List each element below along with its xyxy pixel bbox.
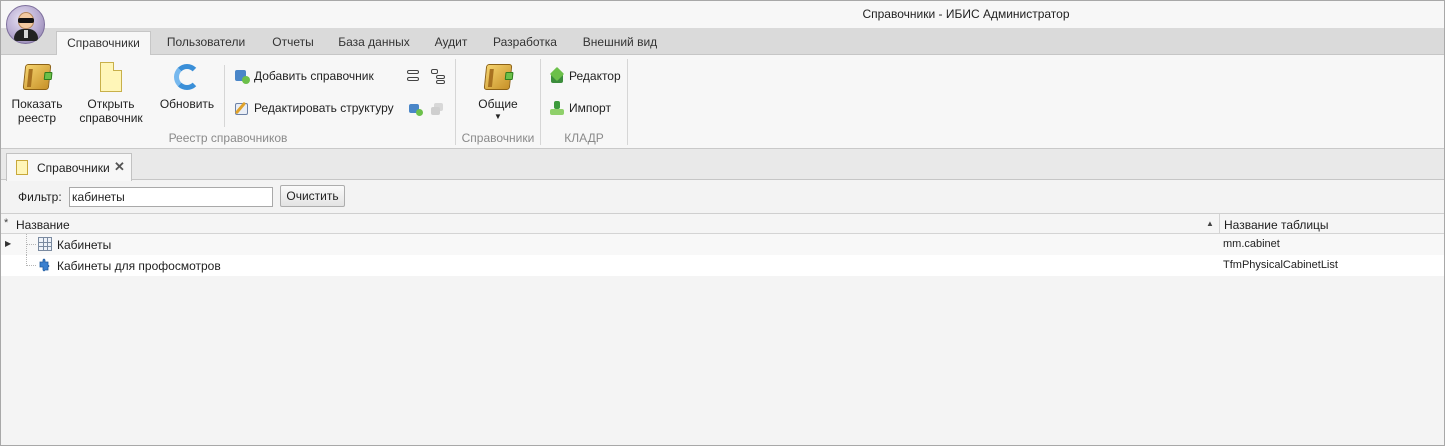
- add-item-icon[interactable]: [408, 101, 424, 117]
- tree-structure-icon[interactable]: [430, 68, 446, 84]
- avatar-tie-icon: [24, 30, 28, 38]
- grid-header: * Название ▲ Название таблицы: [1, 214, 1444, 234]
- open-directory-label-line2: справочник: [79, 111, 143, 125]
- book-icon: [21, 61, 53, 93]
- edit-structure-button[interactable]: Редактировать структуру: [234, 98, 394, 118]
- kladr-editor-label: Редактор: [569, 69, 621, 83]
- clear-button[interactable]: Очистить: [280, 185, 345, 207]
- sort-ascending-icon: ▲: [1206, 219, 1214, 228]
- column-header-name[interactable]: Название: [16, 218, 70, 232]
- document-icon: [95, 61, 127, 93]
- tab-users[interactable]: Пользователи: [159, 31, 253, 55]
- cell-name: Кабинеты для профосмотров: [57, 259, 221, 273]
- directories-grid: * Название ▲ Название таблицы ▶ Кабинеты…: [1, 213, 1444, 445]
- ribbon-divider: [224, 65, 225, 127]
- add-directory-button[interactable]: Добавить справочник: [234, 66, 374, 86]
- tab-development[interactable]: Разработка: [486, 31, 564, 55]
- add-directory-icon: [234, 68, 250, 84]
- column-marker[interactable]: *: [4, 217, 8, 229]
- cell-table-name: mm.cabinet: [1223, 238, 1280, 250]
- show-registry-label-line1: Показать: [11, 97, 63, 111]
- tab-reports[interactable]: Отчеты: [263, 31, 323, 55]
- filter-bar: Фильтр: Очистить: [1, 181, 1444, 212]
- table-row[interactable]: Кабинеты для профосмотров TfmPhysicalCab…: [1, 255, 1444, 276]
- puzzle-icon: [38, 258, 52, 272]
- avatar-sunglasses-icon: [18, 18, 34, 23]
- general-label: Общие: [478, 97, 518, 111]
- filter-input[interactable]: [69, 187, 273, 207]
- show-registry-button[interactable]: Показать реестр: [7, 61, 67, 125]
- copy-item-icon: [430, 101, 446, 117]
- table-row[interactable]: ▶ Кабинеты mm.cabinet: [1, 234, 1444, 255]
- doc-tab-directories[interactable]: Справочники ✕: [6, 153, 132, 181]
- cell-table-name: TfmPhysicalCabinetList: [1223, 259, 1338, 271]
- kladr-editor-button[interactable]: Редактор: [549, 66, 621, 86]
- doc-tab-label: Справочники: [37, 161, 110, 175]
- filter-label: Фильтр:: [18, 190, 62, 204]
- cell-name: Кабинеты: [57, 238, 112, 252]
- tab-appearance[interactable]: Внешний вид: [574, 31, 666, 55]
- refresh-button[interactable]: Обновить: [156, 61, 218, 111]
- book-icon: [482, 61, 514, 93]
- tree-line: [26, 265, 36, 266]
- general-directories-button[interactable]: Общие ▼: [467, 61, 529, 123]
- close-icon[interactable]: ✕: [114, 159, 125, 175]
- refresh-icon: [171, 61, 203, 93]
- import-icon: [549, 100, 565, 116]
- table-icon: [38, 237, 52, 251]
- add-directory-label: Добавить справочник: [254, 69, 374, 83]
- house-icon: [549, 66, 565, 84]
- window-title: Справочники - ИБИС Администратор: [862, 7, 1070, 21]
- open-directory-label-line1: Открыть: [87, 97, 135, 111]
- tab-database[interactable]: База данных: [333, 31, 415, 55]
- open-directory-button[interactable]: Открыть справочник: [75, 61, 147, 125]
- refresh-label: Обновить: [159, 97, 215, 111]
- tree-line: [26, 244, 36, 245]
- registry-group-label: Реестр справочников: [168, 131, 288, 145]
- document-icon: [16, 160, 28, 175]
- app-window: Справочники - ИБИС Администратор Справоч…: [0, 0, 1445, 446]
- title-bar: Справочники - ИБИС Администратор: [1, 1, 1444, 28]
- dropdown-arrow-icon: ▼: [494, 112, 502, 121]
- app-menu-button[interactable]: [6, 5, 45, 44]
- edit-structure-label: Редактировать структуру: [254, 101, 394, 115]
- show-registry-label-line2: реестр: [17, 111, 57, 125]
- tab-directories[interactable]: Справочники: [56, 31, 151, 56]
- document-tab-bar: Справочники ✕: [1, 149, 1444, 181]
- column-header-table[interactable]: Название таблицы: [1224, 218, 1329, 232]
- kladr-import-button[interactable]: Импорт: [549, 98, 611, 118]
- ribbon-tabs: Справочники Пользователи Отчеты База дан…: [1, 28, 1444, 56]
- ribbon: Показать реестр Открыть справочник Обнов…: [1, 55, 1444, 149]
- collapse-list-icon[interactable]: [406, 68, 422, 84]
- ribbon-group-separator: [627, 59, 628, 145]
- tab-audit[interactable]: Аудит: [425, 31, 477, 55]
- edit-structure-icon: [234, 100, 250, 116]
- directories-group-label: Справочники: [461, 131, 535, 145]
- kladr-group-label: КЛАДР: [564, 131, 604, 145]
- row-indicator-icon: ▶: [5, 239, 12, 248]
- kladr-import-label: Импорт: [569, 101, 611, 115]
- column-divider[interactable]: [1219, 214, 1220, 234]
